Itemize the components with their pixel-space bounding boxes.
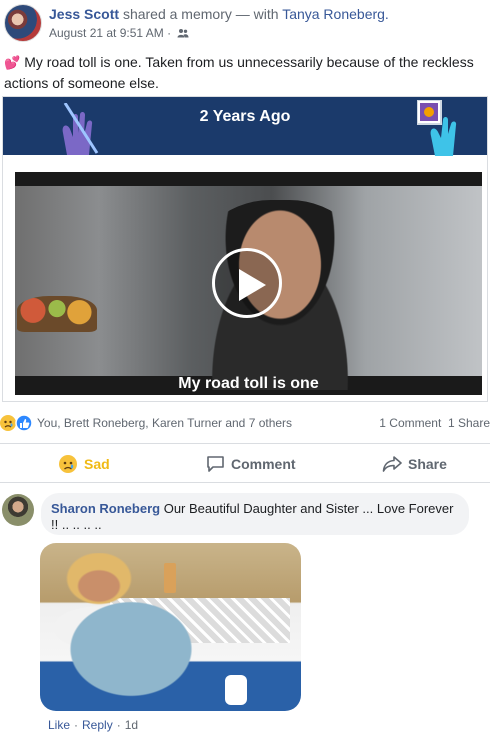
friends-icon[interactable] xyxy=(177,27,189,41)
post-meta: August 21 at 9:51 AM · xyxy=(49,26,189,41)
comment-photo[interactable] xyxy=(40,543,301,711)
play-button[interactable] xyxy=(212,248,282,318)
sad-icon xyxy=(59,455,77,473)
sad-button[interactable]: Sad xyxy=(58,444,110,484)
tagged-person[interactable]: Tanya Roneberg. xyxy=(282,6,389,22)
comment-actions: Like · Reply · 1d xyxy=(48,718,138,732)
drink-glass xyxy=(164,563,176,593)
share-icon xyxy=(382,456,402,472)
author-line: Jess Scott shared a memory — with Tanya … xyxy=(49,6,389,22)
banner-title: 2 Years Ago xyxy=(199,108,291,125)
engagement-counts: 1 Comment 1 Share xyxy=(379,416,490,430)
meta-separator: · xyxy=(167,26,172,40)
dot-separator: · xyxy=(74,718,79,732)
comment-like-link[interactable]: Like xyxy=(48,718,70,732)
like-icon xyxy=(15,414,33,432)
share-button[interactable]: Share xyxy=(382,444,447,484)
post-text: 💕 My road toll is one. Taken from us unne… xyxy=(4,52,488,93)
cup xyxy=(225,675,247,705)
reaction-icons[interactable] xyxy=(0,414,34,435)
action-text: shared a memory — with xyxy=(122,6,279,22)
video-player[interactable]: My road toll is one xyxy=(15,172,482,395)
reactions-summary: You, Brett Roneberg, Karen Turner and 7 … xyxy=(0,412,490,434)
post-timestamp[interactable]: August 21 at 9:51 AM xyxy=(49,26,164,40)
sad-label: Sad xyxy=(84,456,110,472)
hand-photo-icon xyxy=(417,100,457,156)
sad-icon xyxy=(0,415,16,431)
comment-reply-link[interactable]: Reply xyxy=(82,718,113,732)
post-header: Jess Scott shared a memory — with Tanya … xyxy=(0,0,490,48)
video-caption: My road toll is one xyxy=(178,375,319,392)
play-icon xyxy=(239,269,266,301)
reaction-names[interactable]: You, Brett Roneberg, Karen Turner and 7 … xyxy=(37,416,292,430)
commenter-name[interactable]: Sharon Roneberg xyxy=(51,501,160,516)
post-text-body: My road toll is one. Taken from us unnec… xyxy=(4,54,474,91)
comment-icon xyxy=(207,456,224,472)
comment-button[interactable]: Comment xyxy=(206,444,296,484)
author-avatar[interactable] xyxy=(4,4,42,42)
memory-card[interactable]: 2 Years Ago My road toll is one xyxy=(2,96,488,402)
comment-time[interactable]: 1d xyxy=(125,718,138,732)
comment-label: Comment xyxy=(231,456,296,472)
share-label: Share xyxy=(408,456,447,472)
memory-banner: 2 Years Ago xyxy=(3,97,487,156)
fruit-bowl xyxy=(17,296,97,332)
comments-count[interactable]: 1 Comment xyxy=(379,416,441,430)
dot-separator: · xyxy=(116,718,121,732)
action-bar: Sad Comment Share xyxy=(0,443,490,483)
comment-bubble: Sharon Roneberg Our Beautiful Daughter a… xyxy=(41,493,469,535)
shares-count[interactable]: 1 Share xyxy=(448,416,490,430)
author-name[interactable]: Jess Scott xyxy=(49,6,119,22)
commenter-avatar[interactable] xyxy=(2,494,34,526)
hearts-icon: 💕 xyxy=(4,55,21,70)
